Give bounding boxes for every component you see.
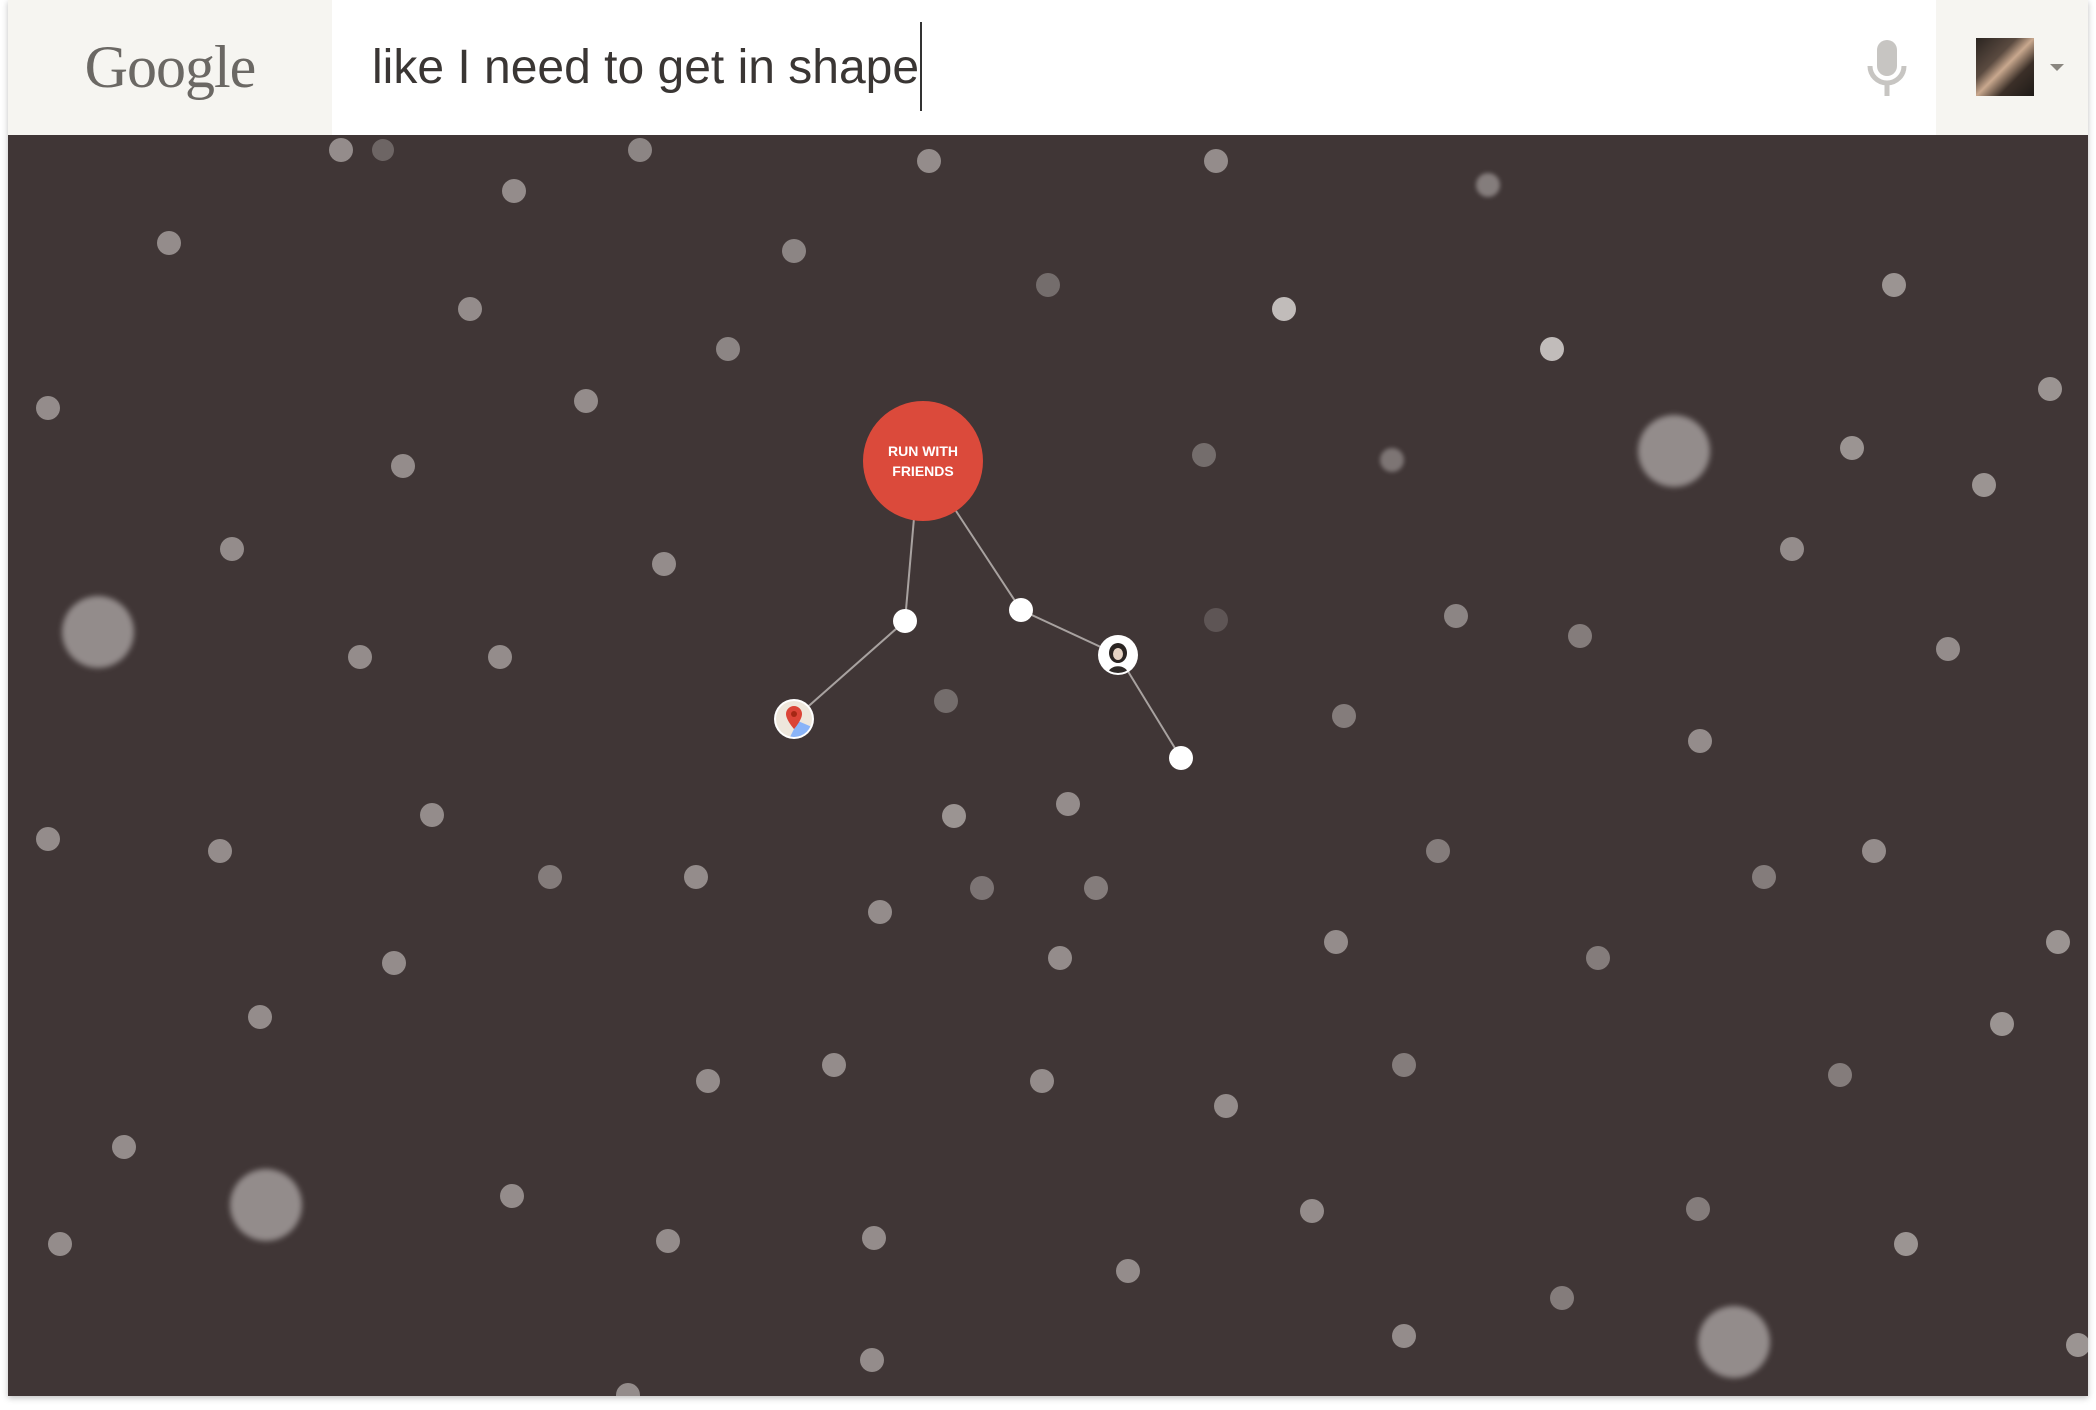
- map-pin-icon: [776, 701, 812, 737]
- graph-node[interactable]: [1009, 598, 1033, 622]
- dropdown-caret-icon[interactable]: [2050, 64, 2064, 71]
- center-node-label-line1: RUN WITH: [888, 443, 958, 459]
- edge: [955, 510, 1022, 611]
- person-photo-icon: [1100, 637, 1136, 673]
- user-avatar[interactable]: [1976, 38, 2034, 96]
- text-caret: [920, 22, 922, 111]
- edge: [1117, 654, 1182, 759]
- edge: [904, 517, 915, 622]
- graph-node[interactable]: [893, 609, 917, 633]
- microphone-icon[interactable]: [1860, 36, 1914, 100]
- center-node-label-line2: FRIENDS: [892, 463, 954, 479]
- account-area: [1936, 0, 2088, 135]
- maps-icon[interactable]: [776, 701, 812, 737]
- constellation-canvas: RUN WITH FRIENDS: [8, 135, 2088, 1396]
- connection-graph: [793, 510, 1193, 770]
- search-input[interactable]: [372, 30, 1772, 106]
- run-with-friends-node[interactable]: RUN WITH FRIENDS: [863, 401, 983, 521]
- logo-area: Google: [8, 0, 332, 135]
- top-bar: Google: [8, 0, 2088, 135]
- app-window: Google like I need to get in shape RUN W…: [8, 0, 2088, 1396]
- graph-node[interactable]: [1169, 746, 1193, 770]
- search-box[interactable]: [332, 0, 1936, 135]
- google-logo[interactable]: Google: [85, 33, 257, 102]
- friend-avatar[interactable]: [1100, 637, 1136, 673]
- edge: [793, 620, 906, 720]
